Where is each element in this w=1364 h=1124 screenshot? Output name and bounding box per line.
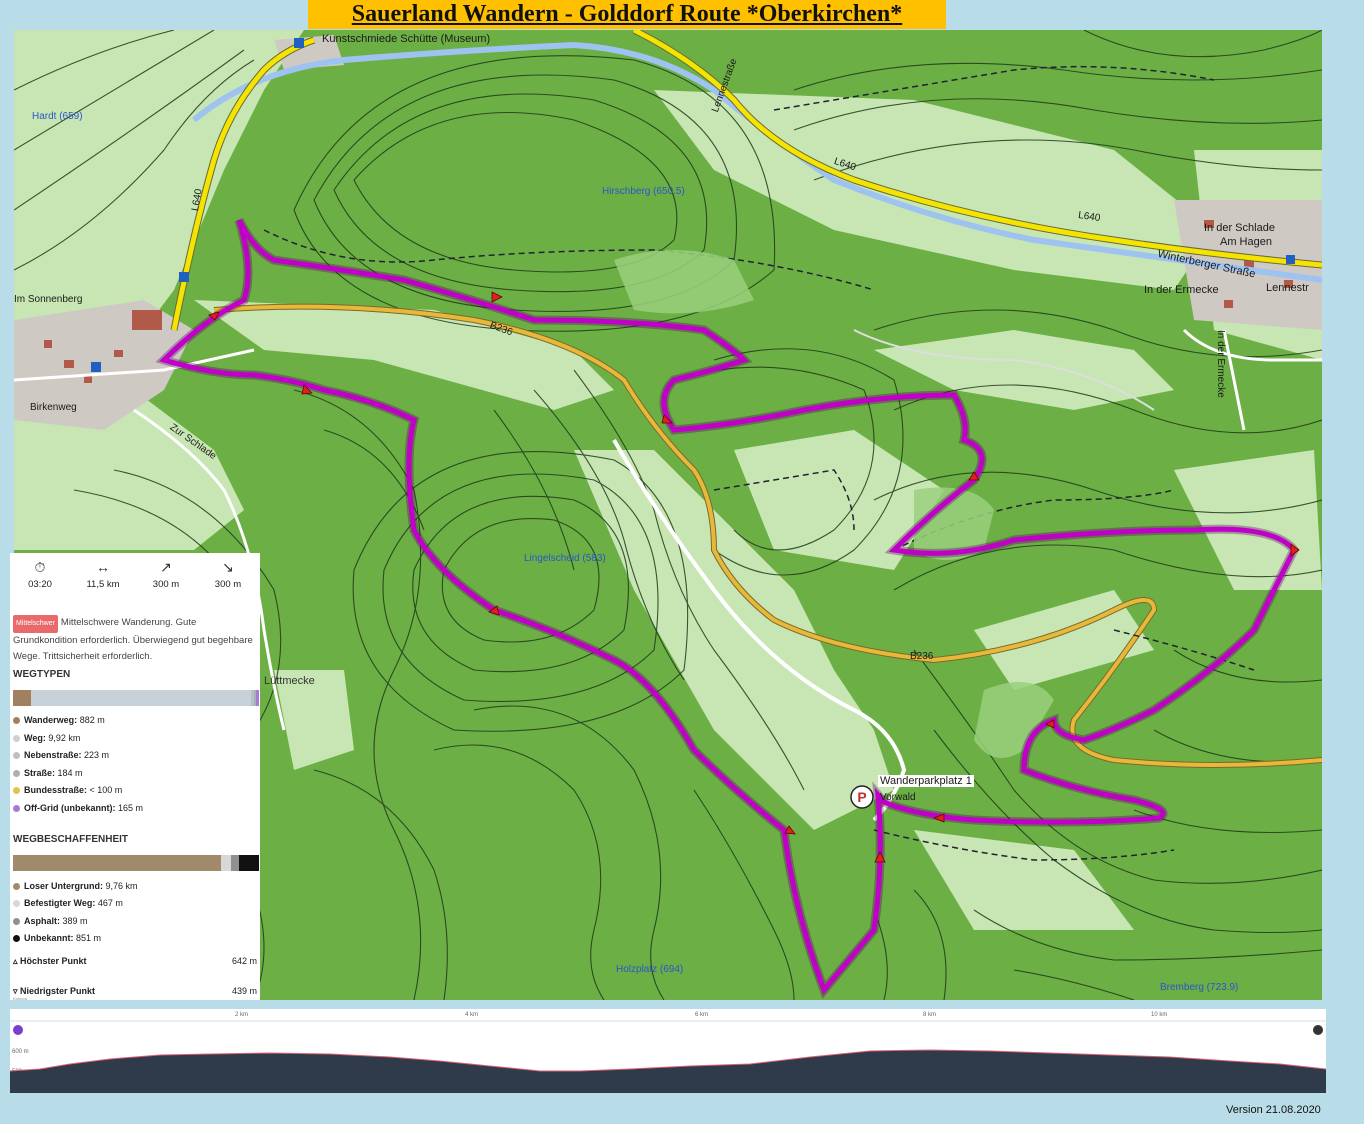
start-marker-icon xyxy=(13,1025,23,1035)
ascent-icon: ↗ xyxy=(160,559,172,575)
stat-ascent: ↗ 300 m xyxy=(136,559,196,590)
surface-segment-paved xyxy=(221,855,231,871)
surface-segment-loose xyxy=(13,855,221,871)
road-label-b236-b: B236 xyxy=(910,651,934,662)
waytypes-heading: WEGTYPEN xyxy=(13,669,71,680)
finish-marker-icon xyxy=(1313,1025,1323,1035)
highest-point-value: 642 m xyxy=(231,956,257,966)
waytypes-bar xyxy=(13,690,259,706)
distance-icon: ↔ xyxy=(96,559,110,575)
elevation-chart xyxy=(10,1020,1326,1093)
stopwatch-icon: ⏱ xyxy=(34,559,46,575)
place-label-luttmecke: Lüttmecke xyxy=(264,675,315,687)
waytype-nebenstrasse: Nebenstraße: 223 m xyxy=(13,750,109,760)
stat-duration: ⏱ 03:20 xyxy=(10,559,70,590)
waytype-weg: Weg: 9,92 km xyxy=(13,733,80,743)
street-label-ermecke: In der Ermecke xyxy=(1144,284,1219,296)
street-label-sonnenberg: Im Sonnenberg xyxy=(14,294,83,305)
waytype-segment-wanderweg xyxy=(13,690,31,706)
descent-icon: ↘ xyxy=(222,559,234,575)
difficulty-badge: Mittelschwer xyxy=(13,615,58,633)
peak-label-holzplatz: Holzplatz (694) xyxy=(616,964,684,975)
version-label: Version 21.08.2020 xyxy=(1226,1104,1321,1116)
waytype-segment-offgrid xyxy=(256,690,259,706)
peak-label-hardt: Hardt (659) xyxy=(32,111,83,122)
elevation-profile[interactable]: 2 km 4 km 6 km 8 km 10 km 600 m 500 m xyxy=(10,1009,1326,1093)
lowest-point-label: Niedrigster Punkt xyxy=(20,986,96,996)
peak-label-lingelscheid: Lingelscheid (583) xyxy=(524,553,606,564)
lowest-point: ▿ Niedrigster Punkt 439 m xyxy=(13,986,257,996)
museum-label: Kunstschmiede Schütte (Museum) xyxy=(322,33,491,45)
stat-ascent-value: 300 m xyxy=(152,579,180,590)
surface-asphalt: Asphalt: 389 m xyxy=(13,916,88,926)
peak-label-bremberg: Bremberg (723.9) xyxy=(1160,982,1239,993)
waytype-offgrid: Off-Grid (unbekannt): 165 m xyxy=(13,803,143,813)
surface-heading: WEGBESCHAFFENHEIT xyxy=(13,834,128,845)
source-note: Komoot xyxy=(13,996,27,1001)
street-label-ermecke-vertical: In der Ermecke xyxy=(1215,330,1226,398)
page-title: Sauerland Wandern - Golddorf Route *Ober… xyxy=(308,0,946,29)
surface-loose: Loser Untergrund: 9,76 km xyxy=(13,881,138,891)
highest-point: ▵ Höchster Punkt 642 m xyxy=(13,956,257,966)
waytype-bundesstrasse: Bundesstraße: < 100 m xyxy=(13,785,122,795)
stat-descent: ↘ 300 m xyxy=(198,559,258,590)
stat-distance: ↔ 11,5 km xyxy=(73,559,133,590)
surface-segment-unknown xyxy=(239,855,259,871)
stat-distance-value: 11,5 km xyxy=(86,579,120,590)
street-label-hagen: Am Hagen xyxy=(1220,236,1272,248)
place-label-vorwald: Vorwald xyxy=(880,792,916,803)
surface-bar xyxy=(13,855,259,871)
svg-text:P: P xyxy=(857,789,866,805)
difficulty-description: Mittelschwer Mittelschwere Wanderung. Gut… xyxy=(13,615,257,665)
surface-paved: Befestigter Weg: 467 m xyxy=(13,898,123,908)
stat-descent-value: 300 m xyxy=(214,579,242,590)
parking-label: Wanderparkplatz 1 xyxy=(878,775,974,787)
surface-segment-asphalt xyxy=(231,855,239,871)
surface-unknown: Unbekannt: 851 m xyxy=(13,933,101,943)
peak-label-hirschberg: Hirschberg (650.5) xyxy=(602,186,685,197)
street-label-birkenweg: Birkenweg xyxy=(30,402,77,413)
highest-point-label: Höchster Punkt xyxy=(20,956,87,966)
tour-info-panel: ⏱ 03:20 ↔ 11,5 km ↗ 300 m ↘ 300 m Mittel… xyxy=(10,553,260,1001)
waytype-segment-weg xyxy=(31,690,251,706)
waytype-wanderweg: Wanderweg: 882 m xyxy=(13,715,105,725)
street-label-schlade: In der Schlade xyxy=(1204,222,1275,234)
parking-icon: P xyxy=(850,785,874,809)
waytype-strasse: Straße: 184 m xyxy=(13,768,83,778)
lowest-point-value: 439 m xyxy=(231,986,257,996)
stat-duration-value: 03:20 xyxy=(28,579,52,590)
street-label-lennestr: Lennestr xyxy=(1266,282,1309,294)
elevation-area xyxy=(10,1050,1326,1093)
